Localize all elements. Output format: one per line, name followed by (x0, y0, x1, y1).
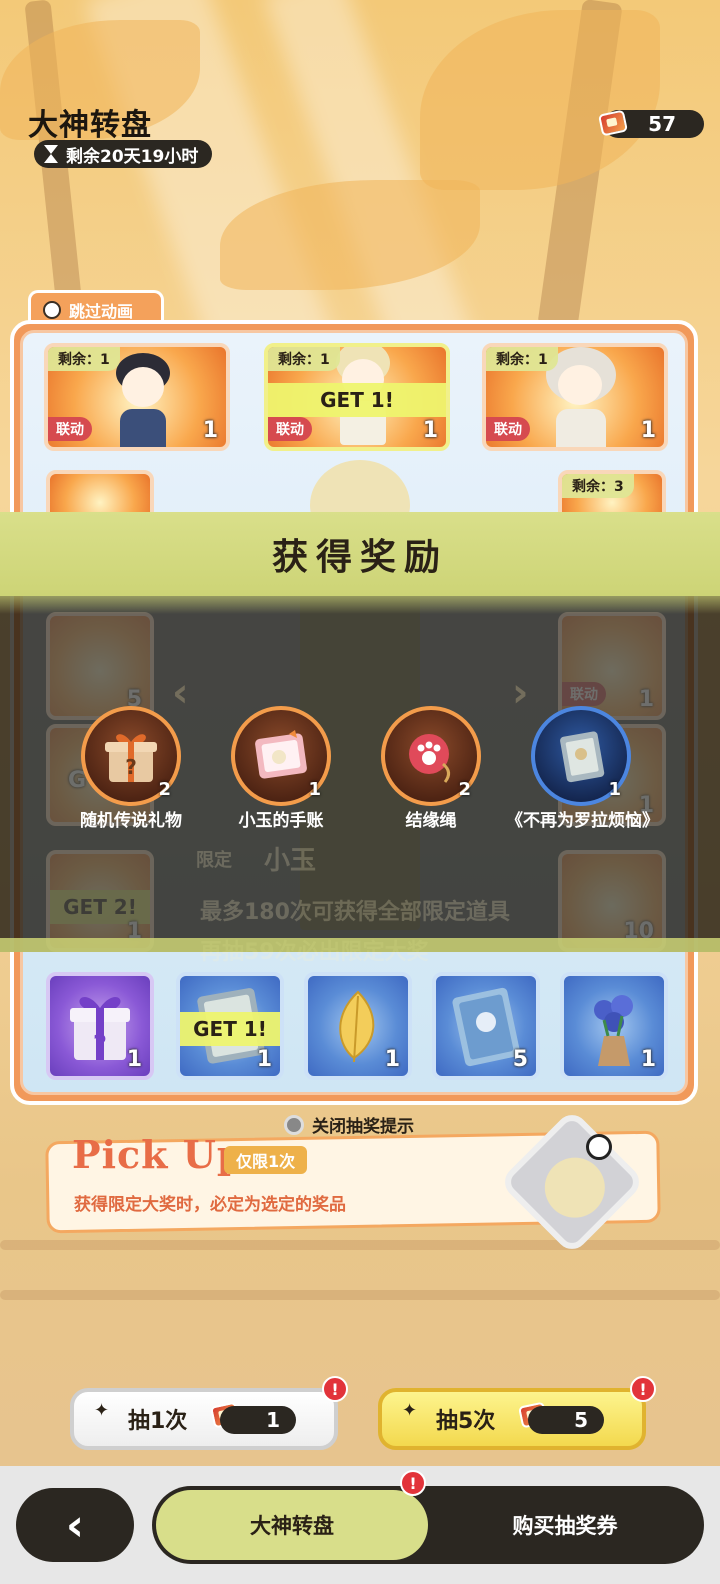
draw-once-cost: 1 (220, 1406, 296, 1434)
prize-count: 1 (256, 1047, 272, 1072)
reward-title: 获得奖励 (271, 537, 448, 578)
tab-wheel[interactable]: 大神转盘 (156, 1490, 428, 1560)
prize-cell: 5 (46, 612, 154, 720)
reward-item[interactable]: 2 结缘绳 (356, 706, 506, 832)
reward-qty: 1 (308, 779, 321, 800)
prize-count: 5 (512, 1047, 528, 1072)
journal-icon (255, 730, 307, 779)
hourglass-icon (44, 145, 58, 163)
get-banner: GET 1! (268, 383, 446, 417)
svg-text:?: ? (93, 1030, 107, 1058)
paw-charm-icon (409, 734, 450, 783)
reward-name: 《不再为罗拉烦恼》 (506, 811, 659, 831)
leaf-cluster (420, 10, 660, 190)
book-icon (560, 731, 605, 783)
reward-item[interactable]: 1 小玉的手账 (206, 706, 356, 832)
reward-orb: ? 2 (81, 706, 181, 806)
reward-item[interactable]: 1 《不再为罗拉烦恼》 (506, 706, 659, 832)
collab-tag: 联动 (48, 417, 92, 441)
svg-text:?: ? (125, 755, 137, 779)
fence (0, 1240, 720, 1250)
reward-qty: 1 (608, 779, 621, 800)
collab-tag: 联动 (268, 417, 312, 441)
reward-qty: 2 (158, 779, 171, 800)
prize-cell[interactable]: 剩余：1 联动 1 (44, 343, 230, 451)
alert-icon: ! (630, 1376, 656, 1402)
reward-title-banner: 获得奖励 (0, 512, 720, 596)
pickup-limit-badge: 仅限1次 (224, 1146, 308, 1174)
prize-count: 1 (640, 418, 656, 443)
prize-cell[interactable]: ? 1 (46, 972, 154, 1080)
remaining-label: 剩余：1 (486, 347, 558, 371)
reward-item[interactable]: ? 2 随机传说礼物 (56, 706, 206, 832)
reward-name: 随机传说礼物 (80, 811, 182, 831)
mystery-gift-icon: ? (105, 734, 157, 782)
reward-qty: 2 (458, 779, 471, 800)
prize-cell: 联动 1 (558, 612, 666, 720)
chevron-left-icon: ‹ (65, 1499, 85, 1551)
skip-animation-label: 跳过动画 (69, 301, 134, 321)
reward-orb: 1 (531, 706, 631, 806)
draw-once-button[interactable]: ✦ 抽1次 1 ! (70, 1376, 348, 1450)
limited-prize-name: 小玉 (264, 846, 317, 876)
prize-cell[interactable]: GET 1! 1 (176, 972, 284, 1080)
draw-once-label: 抽1次 (128, 1409, 188, 1434)
banner-shadow (0, 596, 720, 614)
reward-name: 小玉的手账 (238, 811, 324, 831)
prize-cell[interactable]: 5 (432, 972, 540, 1080)
ticket-balance[interactable]: 57 (597, 109, 704, 138)
prize-cell[interactable]: 剩余：1 GET 1! 联动 1 (264, 343, 450, 451)
fence (0, 1290, 720, 1300)
collab-tag: 联动 (486, 417, 530, 441)
tab-buy-tickets[interactable]: 购买抽奖券 (430, 1490, 700, 1560)
collab-tag: 联动 (562, 682, 606, 706)
prize-cell[interactable]: 1 (304, 972, 412, 1080)
prize-cell[interactable]: 1 (560, 972, 668, 1080)
remaining-label: 剩余：1 (48, 347, 120, 371)
prize-count: 1 (640, 1047, 656, 1072)
event-timer: 剩余20天19小时 (34, 140, 213, 168)
character-portrait (108, 353, 178, 447)
ticket-icon (597, 109, 629, 137)
close-draw-hint-toggle[interactable]: 关闭抽奖提示 (284, 1112, 414, 1137)
ticket-balance-value: 57 (648, 112, 676, 136)
page-title: 大神转盘 (28, 108, 152, 143)
prize-cell: 10 (558, 850, 666, 952)
close-draw-hint-label: 关闭抽奖提示 (312, 1117, 414, 1137)
prize-count: 1 (202, 418, 218, 443)
draw-five-label: 抽5次 (436, 1409, 496, 1434)
alert-icon: ! (322, 1376, 348, 1402)
swap-icon[interactable] (586, 1134, 612, 1160)
back-button[interactable]: ‹ (16, 1488, 134, 1562)
radio-icon[interactable] (284, 1114, 304, 1135)
hint-max-draws: 最多180次可获得全部限定道具 (200, 900, 510, 925)
remaining-label: 剩余：1 (268, 347, 340, 371)
remaining-label: 剩余：3 (562, 474, 634, 498)
draw-five-button[interactable]: ✦ 抽5次 5 ! (378, 1376, 656, 1450)
prize-count: 1 (384, 1047, 400, 1072)
reward-name: 结缘绳 (405, 811, 457, 831)
tab-wheel-label: 大神转盘 (250, 1514, 334, 1538)
get-banner: GET 1! (180, 1012, 280, 1046)
timer-text: 剩余20天19小时 (66, 146, 199, 167)
draw-five-cost: 5 (528, 1406, 604, 1434)
sparkle-icon: ✦ (94, 1400, 110, 1421)
alert-icon: ! (400, 1470, 426, 1496)
reward-orb: 2 (381, 706, 481, 806)
sparkle-icon: ✦ (402, 1400, 418, 1421)
pickup-description: 获得限定大奖时，必定为选定的奖品 (74, 1195, 346, 1215)
prize-cell[interactable]: 剩余：1 联动 1 (482, 343, 668, 451)
tab-buy-tickets-label: 购买抽奖券 (512, 1514, 618, 1538)
limited-label: 限定 (196, 850, 232, 871)
reward-orb: 1 (231, 706, 331, 806)
prize-count: 1 (126, 1047, 142, 1072)
overlay-bottom-edge (0, 938, 720, 952)
radio-icon[interactable] (43, 300, 61, 319)
pickup-title: Pick Up (72, 1132, 245, 1177)
prize-cell: GET 2! 1 (46, 850, 154, 952)
